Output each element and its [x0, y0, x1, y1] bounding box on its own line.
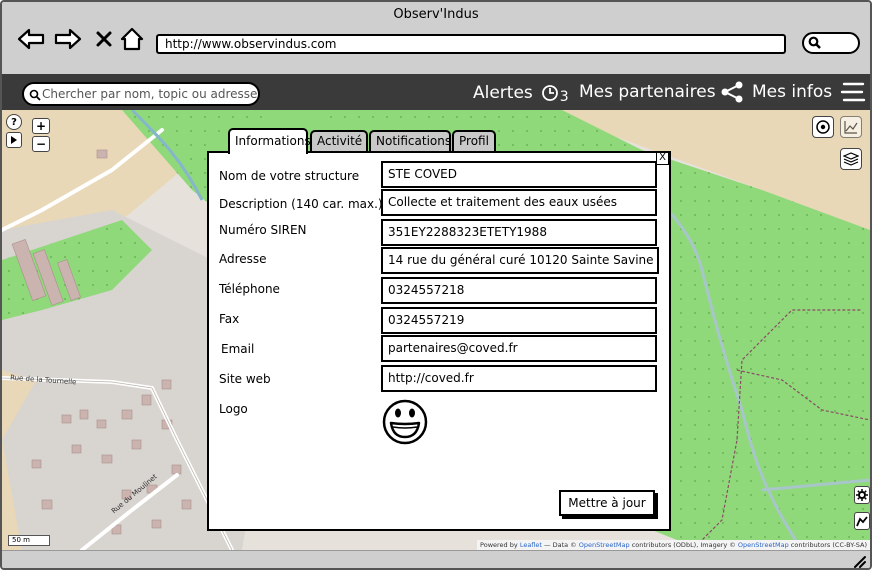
- share-icon: [721, 81, 743, 103]
- resize-grip-icon[interactable]: [852, 554, 866, 568]
- tab-profil[interactable]: Profil: [452, 130, 496, 152]
- email-field[interactable]: partenaires@coved.fr: [381, 335, 657, 362]
- field-label: Email: [221, 342, 255, 356]
- tab-activite[interactable]: Activité: [310, 130, 368, 152]
- field-label: Téléphone: [219, 282, 280, 296]
- logo-image[interactable]: [381, 399, 429, 449]
- field-label: Description (140 car. max.): [219, 197, 383, 211]
- play-icon[interactable]: [6, 132, 22, 148]
- browser-search-field[interactable]: [802, 32, 860, 54]
- alerts-menu[interactable]: Alertes 3: [473, 81, 569, 105]
- clock-icon: [541, 85, 558, 101]
- field-label: Nom de votre structure: [219, 169, 360, 183]
- home-icon[interactable]: [118, 26, 146, 52]
- search-placeholder: Chercher par nom, topic ou adresse: [42, 87, 258, 101]
- structure-name-field[interactable]: STE COVED: [381, 161, 657, 188]
- forward-arrow-icon[interactable]: [54, 26, 82, 52]
- close-x-icon[interactable]: [90, 26, 118, 52]
- browser-titlebar: Observ'Indus http://www.observindus.com: [2, 2, 870, 74]
- osm-link[interactable]: OpenStreetMap: [738, 541, 789, 549]
- fax-field[interactable]: 0324557219: [381, 307, 657, 334]
- my-info-menu[interactable]: Mes infos: [752, 81, 866, 103]
- alerts-label: Alertes: [473, 83, 533, 103]
- partner-info-dialog: X Nom de votre structure STE COVED Descr…: [207, 151, 671, 531]
- zoom-out-button[interactable]: −: [32, 136, 50, 152]
- attribution-text: contributors (CC-BY-SA): [790, 541, 867, 549]
- help-icon[interactable]: ?: [6, 114, 22, 130]
- leaflet-link[interactable]: Leaflet: [520, 541, 542, 549]
- tab-informations[interactable]: Informations: [228, 128, 311, 154]
- phone-field[interactable]: 0324557218: [381, 277, 657, 304]
- layers-icon[interactable]: [840, 148, 862, 170]
- map-search-input[interactable]: Chercher par nom, topic ou adresse: [22, 82, 260, 106]
- field-label: Fax: [219, 312, 240, 326]
- siren-field[interactable]: 351EY2288323ETETY1988: [381, 219, 657, 246]
- description-field[interactable]: Collecte et traitement des eaux usées: [381, 189, 657, 216]
- back-arrow-icon[interactable]: [17, 26, 45, 52]
- partners-label: Mes partenaires: [579, 82, 716, 102]
- myinfo-label: Mes infos: [752, 82, 833, 102]
- flag-icon[interactable]: [854, 512, 870, 530]
- hamburger-menu-icon: [840, 82, 866, 102]
- locate-icon[interactable]: [812, 116, 834, 138]
- osm-link[interactable]: OpenStreetMap: [579, 541, 630, 549]
- search-icon: [808, 36, 821, 49]
- website-field[interactable]: http://coved.fr: [381, 365, 657, 392]
- field-label: Adresse: [219, 252, 267, 266]
- address-field[interactable]: 14 rue du général curé 10120 Sainte Savi…: [381, 247, 659, 274]
- attribution-text: — Data ©: [544, 541, 577, 549]
- logo-label: Logo: [219, 402, 248, 416]
- map-scale: 50 m: [8, 535, 50, 546]
- attribution-text: contributors (ODbL), Imagery ©: [631, 541, 736, 549]
- attribution-text: Powered by: [480, 541, 518, 549]
- field-label: Site web: [219, 372, 271, 386]
- partners-menu[interactable]: Mes partenaires: [579, 81, 744, 103]
- tab-notifications[interactable]: Notifications: [369, 130, 451, 152]
- close-dialog-button[interactable]: X: [656, 152, 669, 165]
- field-label: Numéro SIREN: [219, 223, 307, 237]
- app-navbar: Chercher par nom, topic ou adresse Alert…: [2, 74, 870, 110]
- settings-gear-icon[interactable]: [854, 486, 870, 504]
- map-attribution: Powered by Leaflet — Data © OpenStreetMa…: [477, 540, 870, 550]
- update-button[interactable]: Mettre à jour: [559, 490, 655, 516]
- search-icon: [29, 89, 41, 101]
- elevation-chart-icon[interactable]: [840, 116, 862, 138]
- zoom-in-button[interactable]: +: [32, 118, 50, 134]
- alerts-count: 3: [559, 89, 569, 105]
- address-bar[interactable]: http://www.observindus.com: [156, 34, 786, 54]
- browser-window: Observ'Indus http://www.observindus.com …: [0, 0, 872, 570]
- status-bar: [2, 550, 870, 568]
- window-title: Observ'Indus: [393, 7, 479, 22]
